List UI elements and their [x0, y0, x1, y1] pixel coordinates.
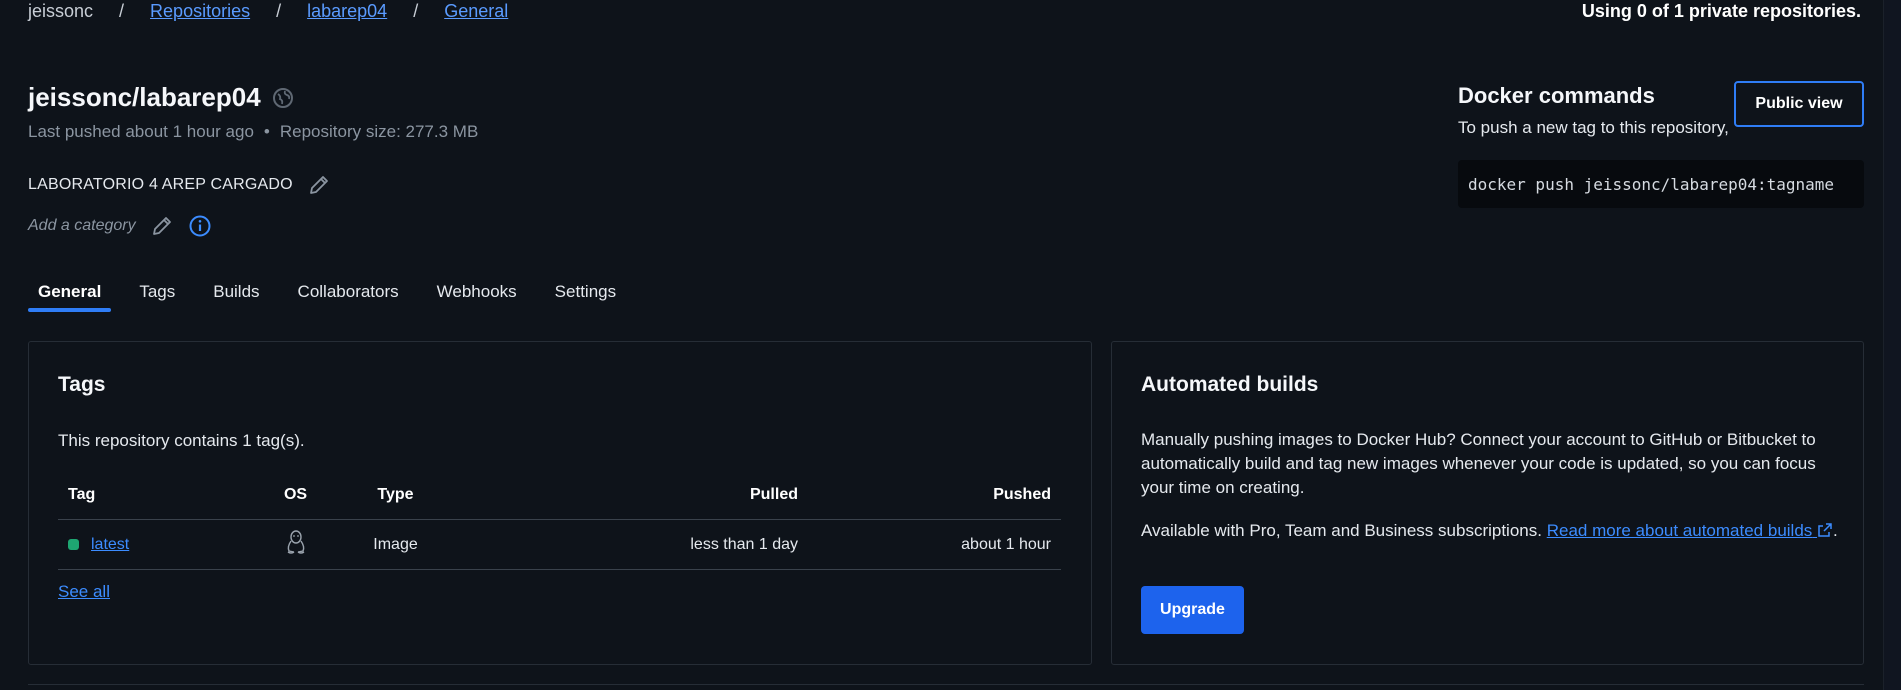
- public-globe-icon: [271, 86, 295, 110]
- last-pushed: Last pushed about 1 hour ago: [28, 122, 254, 141]
- availability-period: .: [1833, 521, 1838, 540]
- header-type: Type: [377, 485, 414, 503]
- pulled-cell: less than 1 day: [690, 535, 798, 553]
- repo-size: Repository size: 277.3 MB: [279, 122, 479, 141]
- header-os: OS: [283, 485, 308, 503]
- edit-category-pencil-icon[interactable]: [150, 214, 174, 238]
- repo-header: jeissonc/labarep04: [28, 82, 295, 113]
- read-more-link-text: Read more about automated builds: [1546, 521, 1813, 540]
- see-all-link[interactable]: See all: [58, 582, 110, 602]
- breadcrumb-repositories-link[interactable]: Repositories: [150, 1, 250, 22]
- read-more-automated-builds-link[interactable]: Read more about automated builds: [1547, 521, 1833, 540]
- breadcrumb-user: jeissonc: [28, 0, 94, 21]
- tab-webhooks[interactable]: Webhooks: [427, 278, 527, 312]
- repo-title: jeissonc/labarep04: [28, 82, 261, 112]
- header-pulled: Pulled: [749, 485, 798, 503]
- tags-count-text: This repository contains 1 tag(s).: [58, 431, 305, 450]
- automated-builds-card: Automated builds Manually pushing images…: [1111, 341, 1864, 665]
- breadcrumb: jeissonc / Repositories / labarep04 / Ge…: [28, 0, 508, 22]
- docker-commands-subtitle: To push a new tag to this repository,: [1458, 118, 1729, 137]
- type-cell: Image: [373, 535, 418, 553]
- docker-commands-title: Docker commands: [1458, 83, 1655, 108]
- external-link-icon: [1817, 521, 1833, 540]
- tags-table-header: Tag OS Type Pulled Pushed: [58, 470, 1061, 520]
- tab-builds[interactable]: Builds: [203, 278, 269, 312]
- repo-description-row: LABORATORIO 4 AREP CARGADO: [28, 173, 331, 197]
- status-indicator: [68, 538, 79, 550]
- docker-push-command[interactable]: docker push jeissonc/labarep04:tagname: [1458, 160, 1864, 208]
- breadcrumb-separator: /: [413, 0, 419, 21]
- breadcrumb-general-link[interactable]: General: [444, 1, 508, 22]
- pushed-cell: about 1 hour: [961, 535, 1051, 553]
- repo-tabs: General Tags Builds Collaborators Webhoo…: [28, 278, 644, 312]
- breadcrumb-separator: /: [276, 0, 282, 21]
- availability-text: Available with Pro, Team and Business su…: [1141, 521, 1542, 540]
- header-tag: Tag: [68, 485, 96, 503]
- repo-category-row: Add a category: [28, 214, 212, 238]
- linux-tux-icon: [285, 530, 307, 559]
- edit-description-pencil-icon[interactable]: [307, 173, 331, 197]
- automated-builds-description: Manually pushing images to Docker Hub? C…: [1141, 430, 1816, 497]
- tags-card-title: Tags: [58, 373, 106, 396]
- vertical-scrollbar[interactable]: [1883, 0, 1901, 690]
- header-pushed: Pushed: [993, 485, 1051, 503]
- upgrade-button[interactable]: Upgrade: [1141, 586, 1244, 634]
- tag-cell: latest: [58, 536, 258, 554]
- breadcrumb-separator: /: [119, 0, 125, 21]
- automated-builds-title: Automated builds: [1141, 373, 1319, 396]
- info-icon[interactable]: [188, 214, 212, 238]
- public-view-button[interactable]: Public view: [1734, 81, 1864, 127]
- bottom-divider: [28, 684, 1864, 685]
- tags-card: Tags This repository contains 1 tag(s). …: [28, 341, 1092, 665]
- tab-tags[interactable]: Tags: [129, 278, 185, 312]
- repo-meta: Last pushed about 1 hour ago • Repositor…: [28, 122, 478, 142]
- tag-link-latest[interactable]: latest: [91, 536, 129, 553]
- meta-separator: •: [263, 122, 270, 141]
- tab-settings[interactable]: Settings: [545, 278, 626, 312]
- private-repo-usage: Using 0 of 1 private repositories.: [1581, 1, 1861, 21]
- breadcrumb-repo-link[interactable]: labarep04: [307, 1, 387, 22]
- automated-builds-availability: Available with Pro, Team and Business su…: [1141, 519, 1841, 543]
- os-cell: [258, 529, 333, 560]
- tags-table: Tag OS Type Pulled Pushed latest Image l…: [58, 470, 1061, 570]
- table-row: latest Image less than 1 day about 1 hou…: [58, 520, 1061, 570]
- repo-description: LABORATORIO 4 AREP CARGADO: [28, 176, 293, 193]
- category-placeholder: Add a category: [28, 217, 136, 234]
- tab-general[interactable]: General: [28, 278, 112, 312]
- tab-collaborators[interactable]: Collaborators: [288, 278, 409, 312]
